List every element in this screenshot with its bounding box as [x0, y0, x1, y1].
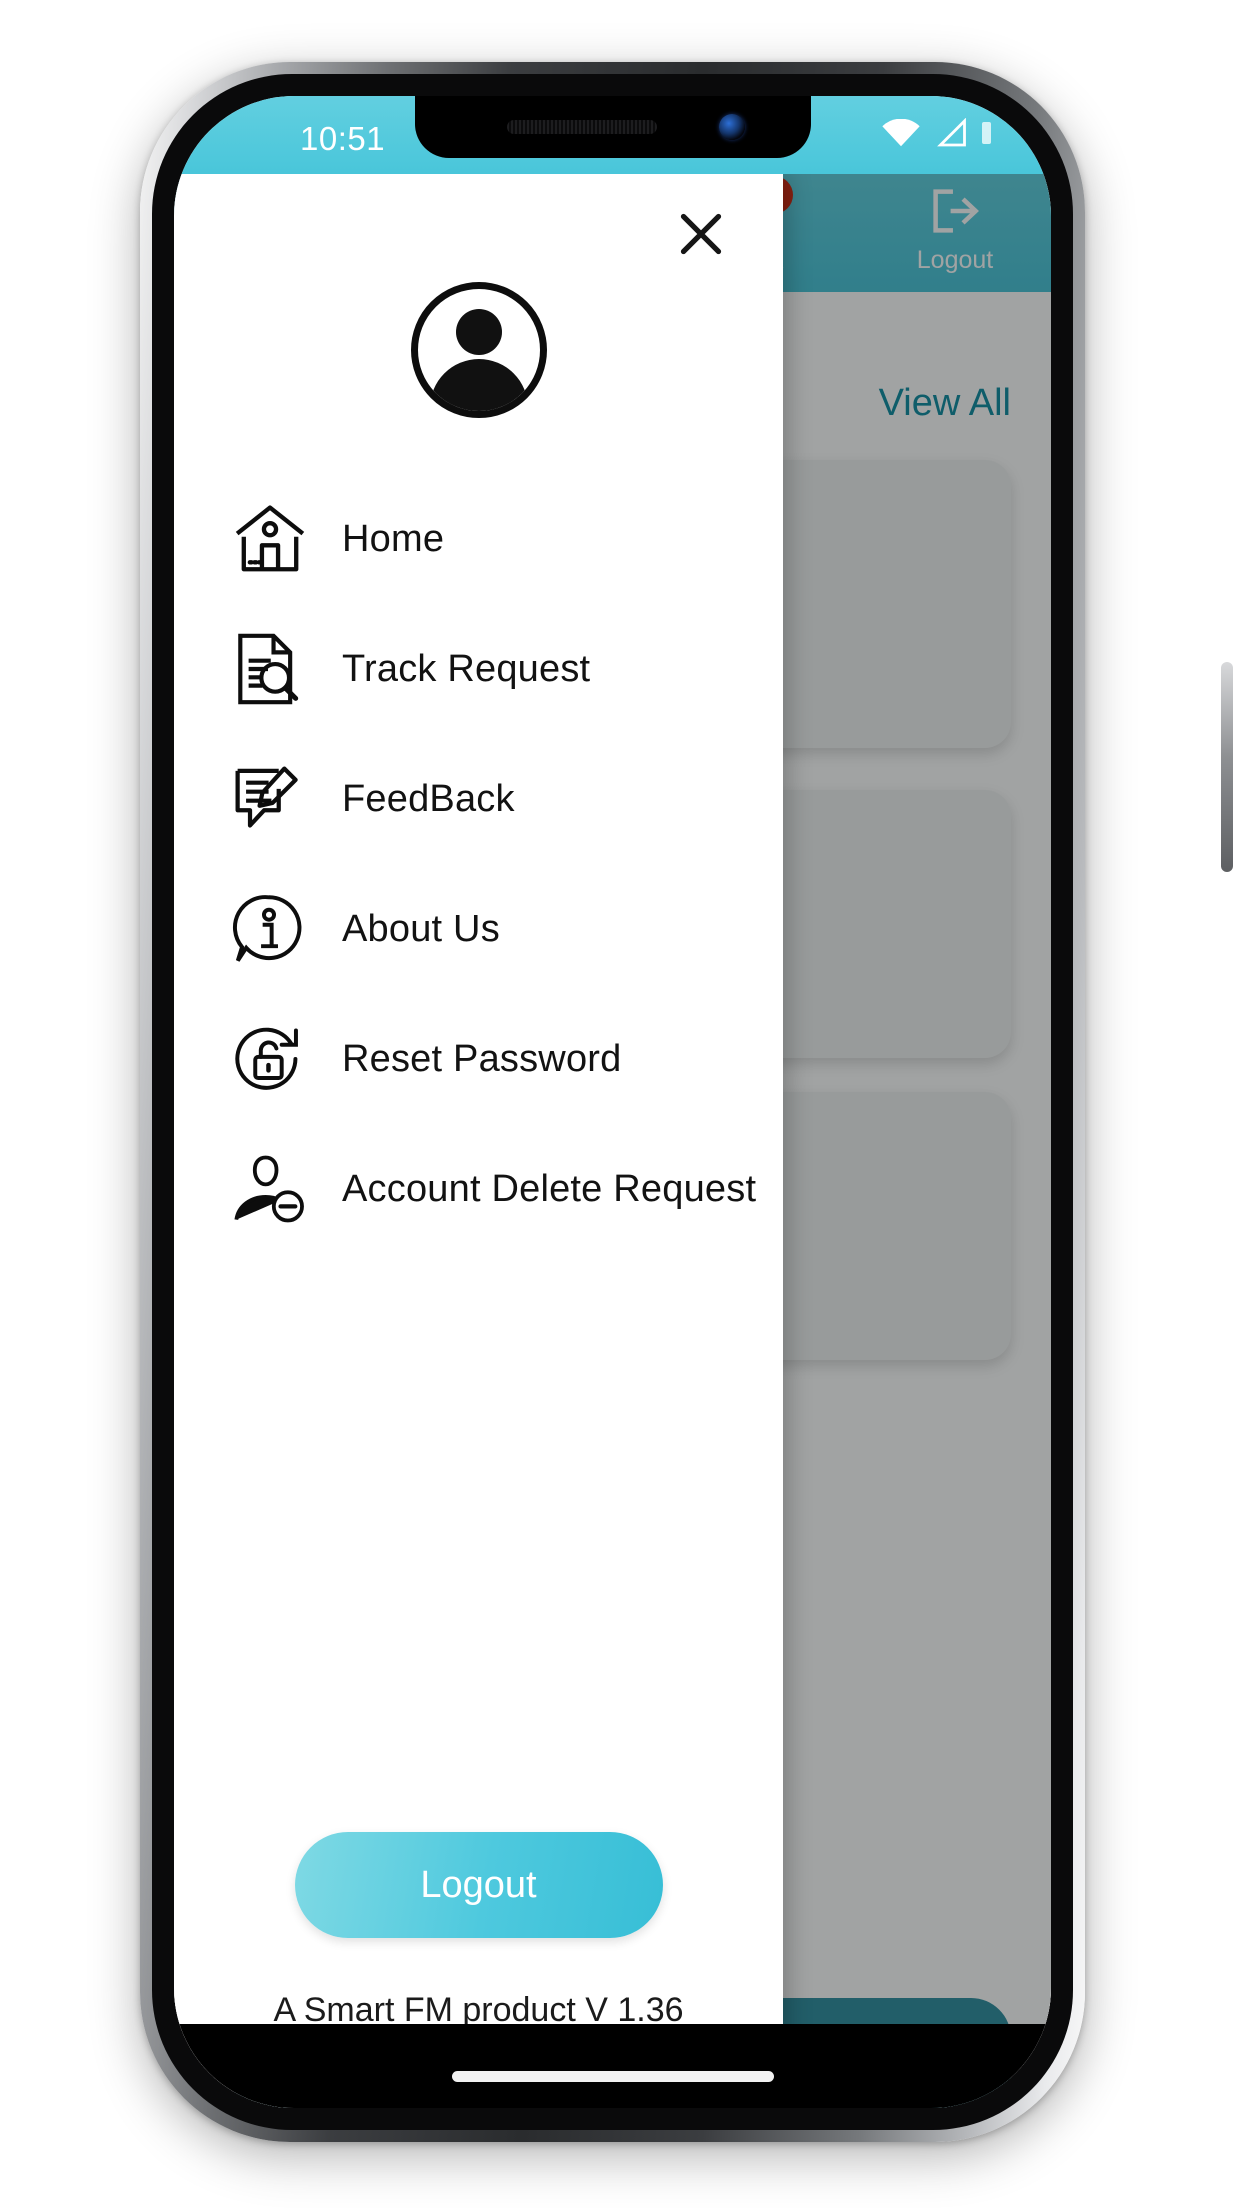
- device-notch: [414, 96, 811, 158]
- menu-item-label: Reset Password: [342, 1037, 622, 1080]
- view-all-link[interactable]: View All: [879, 382, 1011, 425]
- phone-bezel: 0 Inbox: [152, 74, 1073, 2130]
- account-delete-icon: [232, 1153, 324, 1225]
- signal-icon: [934, 118, 968, 148]
- menu-item-home[interactable]: Home: [174, 474, 783, 604]
- logout-exit-icon: [927, 182, 983, 244]
- track-request-icon: [232, 630, 324, 708]
- home-indicator[interactable]: [451, 2071, 774, 2082]
- feedback-icon: [232, 762, 324, 836]
- status-bar-time: 10:51: [300, 120, 386, 157]
- phone-frame: 0 Inbox: [140, 62, 1233, 2142]
- close-drawer-button[interactable]: [665, 200, 737, 272]
- menu-item-label: About Us: [342, 907, 500, 950]
- logout-action[interactable]: Logout: [885, 182, 1025, 275]
- home-icon: [232, 503, 324, 575]
- menu-item-feedback[interactable]: FeedBack: [174, 734, 783, 864]
- menu-item-about-us[interactable]: About Us: [174, 864, 783, 994]
- logout-label: Logout: [916, 246, 994, 274]
- about-us-icon: [232, 892, 324, 966]
- drawer-menu: Home Track Request FeedBack About Us Res…: [174, 474, 783, 1254]
- status-bar-indicators: [882, 118, 991, 148]
- wifi-icon: [882, 119, 920, 147]
- reset-password-icon: [232, 1022, 324, 1096]
- navigation-drawer: Home Track Request FeedBack About Us Res…: [174, 174, 783, 2108]
- menu-item-label: Home: [342, 517, 445, 560]
- close-icon: [671, 204, 731, 269]
- menu-item-account-delete-request[interactable]: Account Delete Request: [174, 1124, 783, 1254]
- logout-button[interactable]: Logout: [294, 1832, 663, 1938]
- battery-icon: [982, 122, 991, 144]
- menu-item-track-request[interactable]: Track Request: [174, 604, 783, 734]
- front-camera: [718, 114, 745, 140]
- phone-screen: 0 Inbox: [174, 96, 1051, 2108]
- menu-item-label: FeedBack: [342, 777, 515, 820]
- screenshot-stage: 0 Inbox: [0, 0, 1242, 2208]
- bottom-safe-area: [174, 2024, 1051, 2108]
- menu-item-label: Account Delete Request: [342, 1167, 757, 1210]
- app-viewport: 0 Inbox: [174, 96, 1051, 2108]
- avatar[interactable]: [410, 282, 547, 418]
- power-button[interactable]: [1221, 662, 1233, 872]
- earpiece-speaker: [506, 120, 657, 134]
- menu-item-label: Track Request: [342, 647, 591, 690]
- menu-item-reset-password[interactable]: Reset Password: [174, 994, 783, 1124]
